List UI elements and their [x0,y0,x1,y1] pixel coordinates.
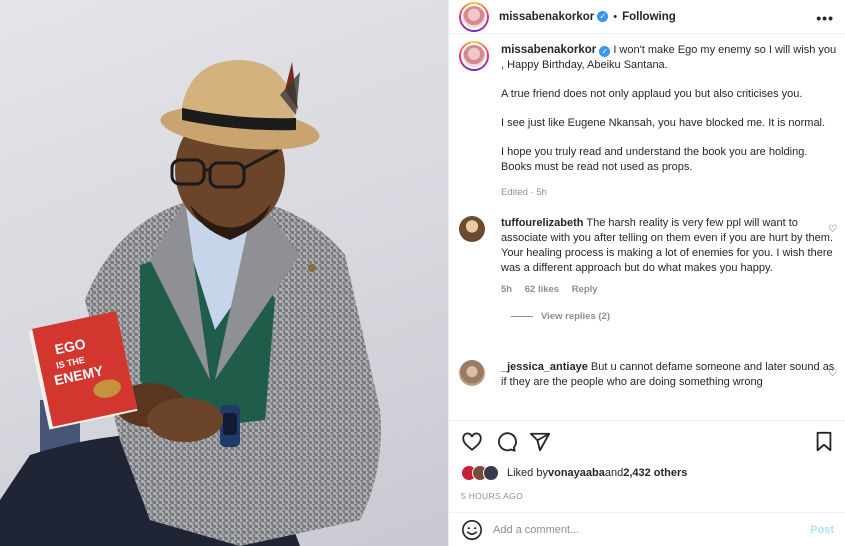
comment-body: _jessica_antiaye But u cannot defame som… [501,360,837,390]
caption-meta: Edited · 5h [501,187,547,198]
commenter-avatar[interactable] [459,360,485,386]
post-header: missabenakorkor ✓ • Following ••• [449,0,845,34]
verified-badge-icon: ✓ [599,46,611,57]
comment-item: _jessica_antiaye But u cannot defame som… [459,360,837,390]
liker-avatars[interactable] [461,465,499,481]
heart-icon[interactable] [461,431,483,453]
comment-like-icon[interactable]: ♡ [828,224,837,235]
author-avatar[interactable] [459,1,489,32]
caption-paragraph-2: A true friend does not only applaud you … [501,88,803,100]
caption-username[interactable]: missabenakorkor [501,44,596,56]
liked-by-connector: and [604,467,624,479]
likes-summary: Liked by vonayaaba and 2,432 others [461,465,687,481]
commenter-avatar[interactable] [459,216,485,242]
comment-meta: 5h 62 likes Reply [501,284,837,295]
comment-input[interactable] [493,523,811,536]
comment-icon[interactable] [495,431,517,453]
commenter-username[interactable]: tuffourelizabeth [501,217,584,229]
verified-badge-icon: ✓ [597,11,609,22]
caption-avatar[interactable] [459,41,489,71]
liked-by-others[interactable]: 2,432 others [623,467,687,479]
commenter-username[interactable]: _jessica_antiaye [501,361,588,373]
view-replies-label: View replies (2) [541,311,610,322]
post-photo[interactable]: EGO IS THE ENEMY [0,0,448,546]
liked-by-prefix: Liked by [507,467,548,479]
post-panel: missabenakorkor ✓ • Following ••• missab… [448,0,845,546]
following-button[interactable]: Following [622,11,676,23]
replies-line [511,316,533,317]
header-separator: • [613,10,618,23]
reply-button[interactable]: Reply [572,284,598,295]
comment-like-icon[interactable]: ♡ [828,368,837,379]
caption-paragraph-3: I see just like Eugene Nkansah, you have… [501,117,826,129]
post-dialog: EGO IS THE ENEMY missabenakorkor ✓ • Fol… [0,0,845,546]
share-icon[interactable] [529,431,551,453]
post-comment-button[interactable]: Post [810,524,834,536]
emoji-icon[interactable] [461,519,483,541]
bookmark-icon[interactable] [814,431,834,453]
more-options-icon[interactable]: ••• [816,10,834,26]
author-username[interactable]: missabenakorkor [499,11,594,23]
post-caption: missabenakorkor ✓ I won't make Ego my ene… [459,40,839,200]
man-reading-illustration: EGO IS THE ENEMY [0,60,381,546]
comment-likes[interactable]: 62 likes [525,284,559,295]
comment-body: tuffourelizabeth The harsh reality is ve… [501,216,837,276]
view-replies-button[interactable]: View replies (2) [501,311,837,322]
caption-paragraph-4: I hope you truly read and understand the… [501,146,808,173]
post-timestamp[interactable]: 5 HOURS AGO [461,491,523,501]
liked-by-user[interactable]: vonayaaba [548,467,605,479]
caption-paragraph-1: missabenakorkor ✓ I won't make Ego my ene… [501,43,839,73]
comment-time: 5h [501,284,513,295]
comment-item: tuffourelizabeth The harsh reality is ve… [459,216,837,322]
add-comment-bar: Post [449,512,845,546]
